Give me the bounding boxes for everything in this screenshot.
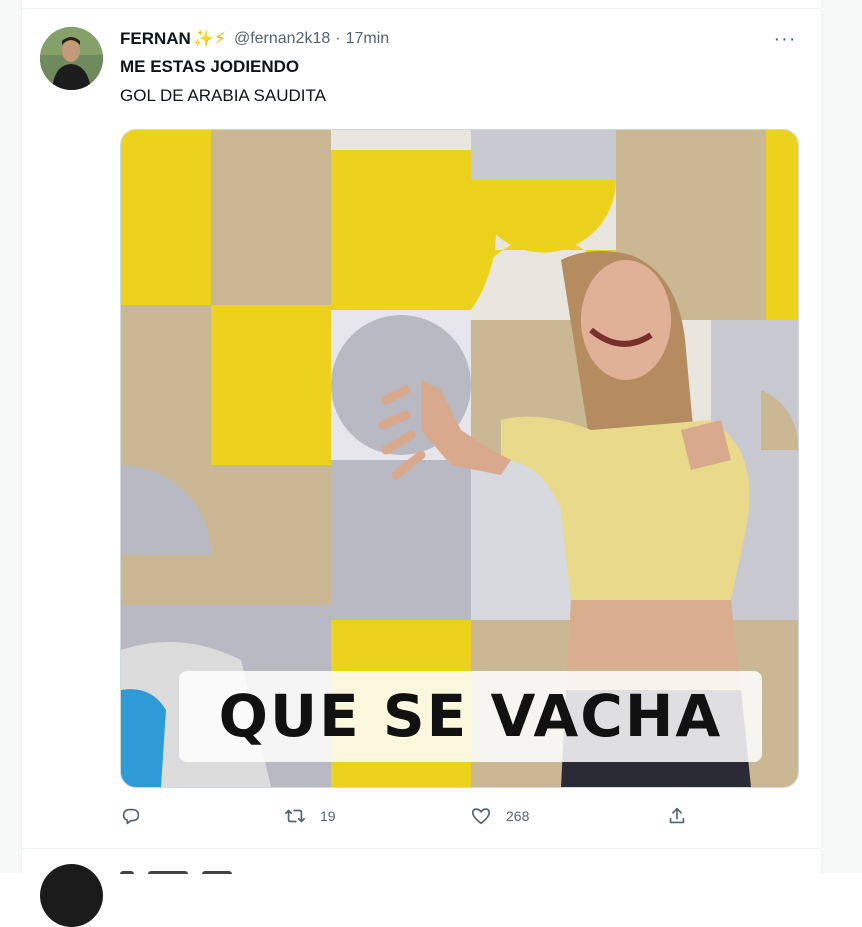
retweet-icon bbox=[285, 809, 305, 823]
avatar-image bbox=[40, 27, 103, 90]
like-button[interactable]: 268 bbox=[470, 804, 529, 828]
tweet[interactable]: FERNAN ✨⚡ @fernan2k18 · 17min ··· ME EST… bbox=[22, 9, 821, 848]
left-gutter bbox=[0, 0, 22, 873]
avatar[interactable] bbox=[40, 27, 103, 90]
share-icon bbox=[669, 807, 685, 824]
more-icon[interactable]: ··· bbox=[770, 29, 800, 49]
share-button[interactable] bbox=[666, 804, 688, 828]
like-count: 268 bbox=[506, 808, 530, 824]
reply-icon bbox=[122, 808, 140, 825]
divider bbox=[22, 848, 821, 849]
tweet-media[interactable]: QUE SE VACHA bbox=[120, 129, 799, 788]
author-name[interactable]: FERNAN bbox=[120, 29, 191, 49]
reply-button[interactable] bbox=[120, 804, 156, 828]
tweet-header: FERNAN ✨⚡ @fernan2k18 · 17min bbox=[120, 27, 389, 51]
tweet-text-line-1: ME ESTAS JODIENDO bbox=[120, 57, 300, 76]
media-caption: QUE SE VACHA bbox=[179, 671, 762, 762]
tweet-text-line-2: GOL DE ARABIA SAUDITA bbox=[120, 86, 326, 105]
heart-icon bbox=[471, 808, 491, 825]
next-tweet-avatar[interactable] bbox=[40, 864, 103, 927]
author-handle[interactable]: @fernan2k18 bbox=[234, 30, 330, 48]
right-gutter bbox=[821, 0, 862, 873]
tweet-actions: 19 268 bbox=[120, 804, 800, 828]
separator: · bbox=[335, 30, 341, 47]
author-emojis: ✨⚡ bbox=[192, 29, 226, 48]
timestamp[interactable]: 17min bbox=[346, 30, 390, 48]
retweet-button[interactable]: 19 bbox=[284, 804, 336, 828]
retweet-count: 19 bbox=[320, 808, 336, 824]
